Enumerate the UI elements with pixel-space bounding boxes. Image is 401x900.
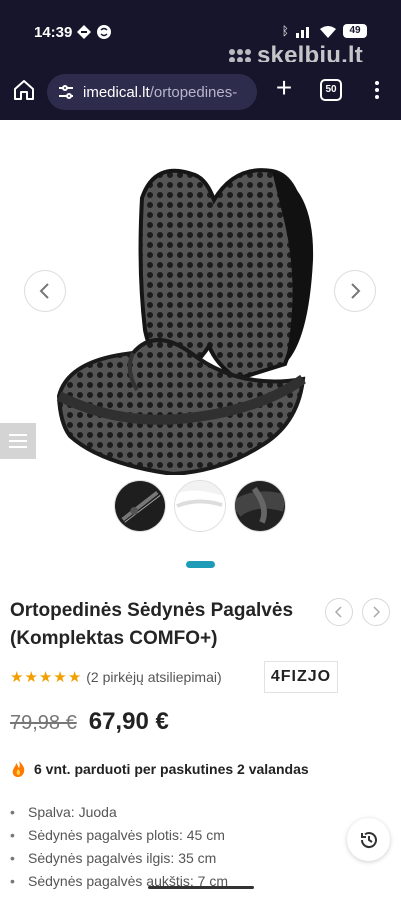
url-path: /ortopedines- (149, 83, 238, 101)
status-bar: 14:39 ᛒ 49 skelbiu.lt (0, 0, 401, 69)
status-notification-icons (77, 25, 111, 39)
product-title: Ortopedinės Sėdynės Pagalvės (Komplektas… (10, 600, 294, 649)
gallery-previous-button[interactable] (24, 270, 66, 312)
brand-logo[interactable]: 4FIZJO (264, 661, 338, 693)
address-bar[interactable]: imedical.lt/ortopedines- (47, 74, 257, 110)
spec-item: Sėdynės pagalvės aukštis: 7 cm (10, 870, 340, 893)
battery-level: 49 (343, 24, 367, 38)
star-rating: ★ ★ ★ ★ ★ (10, 668, 81, 686)
next-product-button[interactable] (362, 598, 390, 626)
gallery-thumbnails (114, 480, 286, 532)
spec-item: Sėdynės pagalvės plotis: 45 cm (10, 824, 340, 847)
wifi-icon (320, 25, 336, 38)
gallery-next-button[interactable] (334, 270, 376, 312)
site-settings-icon[interactable] (57, 83, 75, 101)
star-icon: ★ (24, 669, 38, 686)
home-icon[interactable] (12, 78, 36, 102)
browser-toolbar: imedical.lt/ortopedines- + 50 (0, 62, 401, 120)
hamburger-line-icon (9, 434, 27, 436)
sold-notice-text: 6 vnt. parduoti per paskutines 2 valanda… (34, 761, 309, 777)
spec-item: Sėdynės pagalvės ilgis: 35 cm (10, 847, 340, 870)
thumbnail-foam[interactable] (174, 480, 226, 532)
star-icon: ★ (53, 669, 67, 686)
notification-sync-icon (97, 25, 111, 39)
hamburger-line-icon (9, 440, 27, 442)
star-icon: ★ (10, 669, 24, 686)
star-icon: ★ (67, 669, 82, 686)
status-system-icons: ᛒ 49 (282, 24, 367, 38)
rating-row: ★ ★ ★ ★ ★ (2 pirkėjų atsiliepimai) (10, 668, 222, 686)
old-price: 79,98 € (10, 712, 77, 734)
recently-viewed-button[interactable] (347, 818, 390, 861)
previous-product-button[interactable] (325, 598, 353, 626)
home-indicator[interactable] (148, 886, 254, 889)
active-slide-indicator (186, 561, 215, 568)
menu-dot-icon (375, 81, 379, 85)
browser-menu-button[interactable] (370, 78, 384, 104)
cellular-signal-icon (296, 26, 309, 38)
spec-item: Spalva: Juoda (10, 801, 340, 824)
side-menu-button[interactable] (0, 423, 36, 459)
product-gallery (0, 120, 401, 590)
thumbnail-zipper[interactable] (114, 480, 166, 532)
review-count-link[interactable]: (2 pirkėjų atsiliepimai) (86, 669, 221, 685)
sold-notice: 6 vnt. parduoti per paskutines 2 valanda… (10, 760, 309, 778)
chevron-right-icon (351, 283, 361, 299)
phone-screen: 14:39 ᛒ 49 skelbiu.lt imedical.lt/ortope… (0, 0, 401, 900)
menu-dot-icon (375, 88, 379, 92)
menu-dot-icon (375, 95, 379, 99)
skelbiu-logo-icon (228, 49, 251, 63)
url-text[interactable]: imedical.lt/ortopedines- (83, 84, 237, 101)
chevron-right-icon (373, 606, 381, 618)
history-icon (360, 831, 377, 848)
notification-diamond-icon (77, 25, 91, 39)
price-row: 79,98 € 67,90 € (10, 708, 169, 736)
bluetooth-icon: ᛒ (281, 24, 289, 38)
product-specs: Spalva: Juoda Sėdynės pagalvės plotis: 4… (10, 801, 340, 893)
hamburger-line-icon (9, 446, 27, 448)
current-price: 67,90 € (88, 708, 169, 735)
url-host: imedical.lt (83, 83, 150, 101)
star-icon: ★ (38, 669, 53, 686)
thumbnail-mesh[interactable] (234, 480, 286, 532)
tab-switcher-button[interactable]: 50 (320, 79, 342, 101)
new-tab-button[interactable]: + (270, 74, 298, 104)
chevron-left-icon (334, 606, 342, 618)
product-image[interactable] (55, 140, 355, 475)
fire-icon (12, 761, 25, 777)
status-time: 14:39 (34, 24, 73, 41)
chevron-left-icon (39, 283, 49, 299)
